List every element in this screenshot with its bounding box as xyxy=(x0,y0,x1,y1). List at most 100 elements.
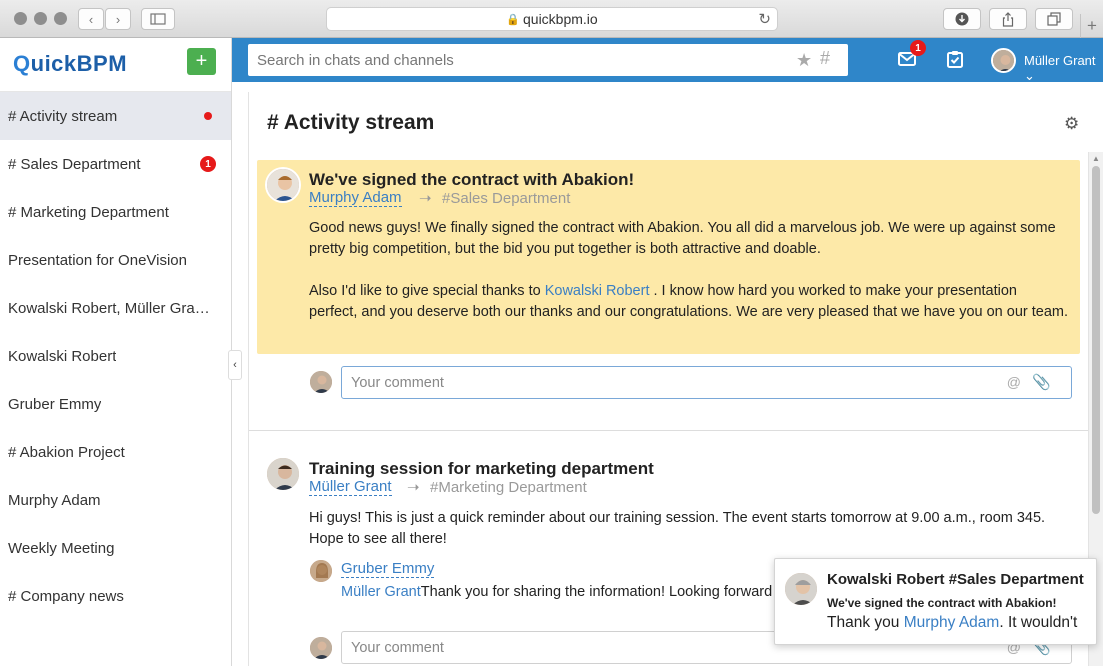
logo-row: QuickBPM + xyxy=(0,38,231,92)
mention-link[interactable]: Müller Grant xyxy=(341,584,421,600)
sidebar-item-label: Murphy Adam xyxy=(8,491,101,509)
user-photo xyxy=(310,371,332,393)
tabs-icon xyxy=(1047,12,1061,26)
author-link[interactable]: Müller Grant xyxy=(309,479,392,496)
comment-placeholder: Your comment xyxy=(351,639,444,656)
add-channel-button[interactable]: + xyxy=(187,48,216,75)
sidebar-item-label: Kowalski Robert xyxy=(8,347,117,365)
user-name-label: Müller Grant xyxy=(1024,53,1096,68)
scroll-up-icon[interactable]: ▲ xyxy=(1092,154,1100,163)
post-paragraph: Good news guys! We finally signed the co… xyxy=(309,220,1056,257)
channel-link[interactable]: #Sales Department xyxy=(442,190,570,207)
share-button[interactable] xyxy=(989,8,1027,30)
address-bar[interactable]: 🔒 quickbpm.io ↻ xyxy=(326,7,778,31)
sidebar-item-weekly-meeting[interactable]: Weekly Meeting xyxy=(0,524,231,572)
notification-text: . It wouldn't xyxy=(999,614,1078,631)
paperclip-icon[interactable]: 📎 xyxy=(1032,373,1051,391)
mention-link[interactable]: Kowalski Robert xyxy=(545,283,650,299)
author-photo xyxy=(267,169,299,201)
search-input[interactable]: Search in chats and channels ★ # xyxy=(248,44,848,76)
sidebar-item-kowalski-robert[interactable]: Kowalski Robert xyxy=(0,332,231,380)
post-divider xyxy=(249,430,1089,431)
chevron-left-icon: ‹ xyxy=(233,359,237,371)
back-button[interactable]: ‹ xyxy=(78,8,104,30)
sidebar-item-label: # Abakion Project xyxy=(8,443,125,461)
avatar xyxy=(783,571,819,607)
post-body: Good news guys! We finally signed the co… xyxy=(309,218,1069,323)
star-icon[interactable]: ★ xyxy=(796,50,812,71)
sidebar-item-presentation-onevision[interactable]: Presentation for OneVision xyxy=(0,236,231,284)
notification-subtitle: We've signed the contract with Abakion! xyxy=(827,596,1057,610)
url-text: quickbpm.io xyxy=(523,11,598,27)
avatar xyxy=(309,636,333,660)
download-icon xyxy=(955,12,969,26)
minimize-window-button[interactable] xyxy=(34,12,47,25)
sidebar-item-activity-stream[interactable]: # Activity stream xyxy=(0,92,231,140)
plus-icon: + xyxy=(195,50,208,72)
mail-count-badge: 1 xyxy=(910,40,926,56)
tabs-overview-button[interactable] xyxy=(1035,8,1073,30)
user-menu[interactable]: Müller Grant ⌄ xyxy=(1024,53,1103,84)
reload-icon[interactable]: ↻ xyxy=(758,10,771,28)
post-paragraph: Also I'd like to give special thanks to … xyxy=(309,281,1069,323)
scrollbar-thumb[interactable] xyxy=(1092,166,1100,514)
quickbpm-logo[interactable]: QuickBPM xyxy=(13,51,127,77)
hash-icon[interactable]: # xyxy=(820,48,830,69)
sidebar-item-abakion-project[interactable]: # Abakion Project xyxy=(0,428,231,476)
author-link[interactable]: Murphy Adam xyxy=(309,190,402,207)
sidebar-item-group-chat[interactable]: Kowalski Robert, Müller Grant, Murphy Ad… xyxy=(0,284,231,332)
sender-photo xyxy=(785,573,817,605)
tasks-button[interactable] xyxy=(944,49,966,69)
avatar xyxy=(309,370,333,394)
top-bar: Search in chats and channels ★ # 1 Mülle… xyxy=(232,38,1103,84)
user-photo xyxy=(310,637,332,659)
sidebar-item-label: # Marketing Department xyxy=(8,203,169,221)
arrow-right-icon: ➝ xyxy=(419,190,432,207)
sidebar-item-company-news[interactable]: # Company news xyxy=(0,572,231,620)
share-icon xyxy=(1002,11,1014,27)
new-tab-button[interactable]: + xyxy=(1080,14,1103,38)
user-photo xyxy=(310,560,332,582)
page-title: # Activity stream xyxy=(267,111,435,134)
sidebar-item-marketing-department[interactable]: # Marketing Department xyxy=(0,188,231,236)
sidebar: QuickBPM + # Activity stream # Sales Dep… xyxy=(0,38,232,666)
post-body: Hi guys! This is just a quick reminder a… xyxy=(309,510,1046,547)
sidebar-item-label: # Sales Department xyxy=(8,155,141,173)
sidebar-item-murphy-adam[interactable]: Murphy Adam xyxy=(0,476,231,524)
paragraph-text: Also I'd like to give special thanks to xyxy=(309,283,545,299)
mention-link[interactable]: Murphy Adam xyxy=(904,614,1000,631)
sidebar-item-label: Gruber Emmy xyxy=(8,395,102,413)
close-window-button[interactable] xyxy=(14,12,27,25)
author-photo xyxy=(267,458,299,490)
user-avatar[interactable] xyxy=(991,48,1016,73)
avatar[interactable] xyxy=(265,167,301,203)
logo-text: uickBPM xyxy=(30,51,128,76)
comment-input[interactable]: Your comment @ 📎 xyxy=(341,366,1072,399)
reply-text: Thank you for sharing the information! L… xyxy=(420,584,801,600)
sidebar-item-gruber-emmy[interactable]: Gruber Emmy xyxy=(0,380,231,428)
sidebar-item-sales-department[interactable]: # Sales Department 1 xyxy=(0,140,231,188)
reply-author-link[interactable]: Gruber Emmy xyxy=(341,561,435,578)
notification-text: Thank you xyxy=(827,614,904,631)
sidebar-toggle-button[interactable] xyxy=(141,8,175,30)
zoom-window-button[interactable] xyxy=(54,12,67,25)
channel-link[interactable]: #Marketing Department xyxy=(430,479,587,496)
notification-toast[interactable]: Kowalski Robert #Sales Department We've … xyxy=(774,558,1097,645)
chevron-left-icon: ‹ xyxy=(88,11,94,27)
unread-count-badge: 1 xyxy=(200,156,216,172)
post-title: Training session for marketing departmen… xyxy=(309,459,654,478)
sidebar-item-label: # Activity stream xyxy=(8,107,118,125)
collapse-sidebar-button[interactable]: ‹ xyxy=(228,350,242,380)
notification-title: Kowalski Robert #Sales Department xyxy=(827,571,1084,588)
browser-toolbar: ‹ › 🔒 quickbpm.io ↻ + xyxy=(0,0,1103,38)
avatar[interactable] xyxy=(265,456,301,492)
mention-icon[interactable]: @ xyxy=(1007,374,1021,390)
downloads-button[interactable] xyxy=(943,8,981,30)
comment-placeholder: Your comment xyxy=(351,374,444,391)
clipboard-check-icon xyxy=(947,51,963,68)
user-photo xyxy=(993,50,1014,71)
gear-icon[interactable]: ⚙ xyxy=(1064,114,1079,134)
avatar xyxy=(309,559,333,583)
forward-button[interactable]: › xyxy=(105,8,131,30)
post-card-highlighted: We've signed the contract with Abakion! … xyxy=(257,160,1080,354)
